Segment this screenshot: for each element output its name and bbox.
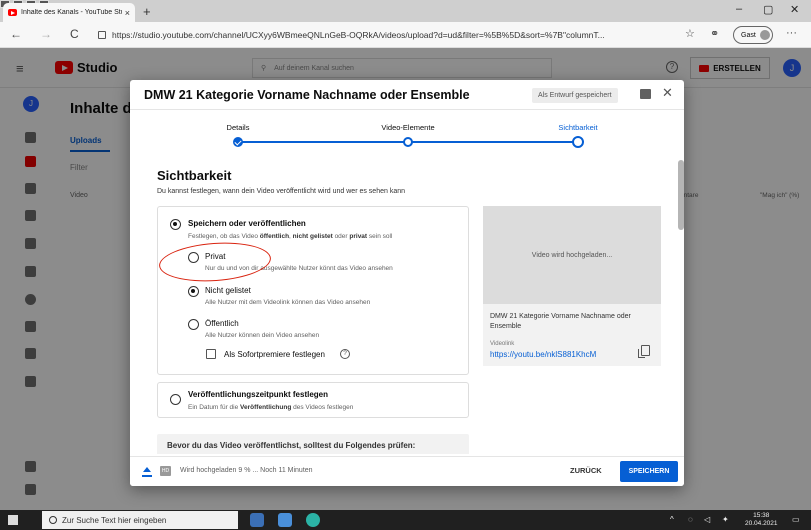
premiere-checkbox[interactable] — [206, 349, 216, 359]
upload-status: Wird hochgeladen 9 % ... Noch 11 Minuten — [180, 467, 313, 474]
network-icon[interactable]: ◌ — [688, 515, 693, 524]
step-video-elements-dot[interactable] — [403, 137, 413, 147]
step-visibility-label[interactable]: Sichtbarkeit — [558, 123, 597, 132]
schedule-desc: Ein Datum für die Veröffentlichung des V… — [188, 404, 354, 411]
tray-chevron-icon[interactable]: ^ — [670, 515, 674, 524]
new-tab-button[interactable]: + — [143, 4, 151, 19]
upload-dialog: DMW 21 Kategorie Vorname Nachname oder E… — [130, 80, 684, 486]
dialog-footer: HD Wird hochgeladen 9 % ... Noch 11 Minu… — [130, 456, 684, 486]
url-text: https://studio.youtube.com/channel/UCXyy… — [112, 30, 605, 40]
forward-arrow-icon[interactable]: → — [40, 27, 52, 41]
app-tray-icon[interactable]: ✦ — [722, 515, 729, 524]
step-connector — [238, 141, 408, 143]
profile-label: Gast — [741, 31, 756, 39]
close-icon[interactable]: ✕ — [662, 85, 673, 101]
dialog-header: DMW 21 Kategorie Vorname Nachname oder E… — [130, 80, 684, 110]
draft-saved-badge: Als Entwurf gespeichert — [532, 88, 618, 103]
visibility-heading: Sichtbarkeit — [157, 168, 232, 183]
step-visibility-dot[interactable] — [572, 136, 584, 148]
edge-browser-icon[interactable] — [306, 513, 320, 527]
step-details-check-icon[interactable] — [233, 137, 243, 147]
preview-video-title: DMW 21 Kategorie Vorname Nachname oder E… — [490, 313, 631, 330]
visibility-description: Du kannst festlegen, wann dein Video ver… — [157, 188, 406, 195]
tab-close-icon[interactable]: × — [125, 8, 130, 18]
video-thumbnail: Video wird hochgeladen... — [483, 206, 661, 304]
more-menu-icon[interactable]: ··· — [786, 27, 797, 39]
copy-icon[interactable] — [638, 345, 650, 358]
volume-icon[interactable]: ◁ — [704, 515, 710, 524]
close-window-button[interactable]: ✕ — [790, 3, 799, 16]
oeffentlich-desc: Alle Nutzer können dein Video ansehen — [205, 332, 320, 339]
thumbnail-status: Video wird hochgeladen... — [531, 251, 613, 259]
help-question-icon[interactable]: ? — [340, 349, 350, 359]
browser-nav-bar: ← → C https://studio.youtube.com/channel… — [0, 22, 811, 48]
save-or-publish-box: Speichern oder veröffentlichen Festlegen… — [157, 206, 469, 375]
step-details-label[interactable]: Details — [227, 123, 250, 132]
tab-title: Inhalte des Kanals - YouTube Stu — [21, 9, 122, 16]
dialog-title: DMW 21 Kategorie Vorname Nachname oder E… — [144, 88, 470, 102]
taskbar-clock[interactable]: 15:38 20.04.2021 — [745, 512, 778, 528]
file-explorer-icon[interactable] — [250, 513, 264, 527]
clock-time: 15:38 — [753, 512, 770, 519]
nicht-gelistet-desc: Alle Nutzer mit dem Videolink können das… — [205, 299, 371, 306]
save-publish-label: Speichern oder veröffentlichen — [188, 219, 306, 228]
windows-start-icon[interactable] — [8, 515, 18, 525]
upload-arrow-icon — [142, 467, 152, 477]
save-button[interactable]: SPEICHERN — [620, 461, 678, 482]
mail-app-icon[interactable] — [278, 513, 292, 527]
profile-button[interactable]: Gast — [733, 26, 773, 44]
oeffentlich-label[interactable]: Öffentlich — [205, 319, 239, 328]
schedule-label[interactable]: Veröffentlichungszeitpunkt festlegen — [188, 390, 328, 399]
pre-publish-checklist: Bevor du das Video veröffentlichst, soll… — [157, 434, 469, 454]
reload-icon[interactable]: C — [70, 27, 79, 41]
step-video-elements-label[interactable]: Video-Elemente — [381, 123, 434, 132]
youtube-favicon-icon — [8, 9, 17, 16]
browser-tab-bar: Inhalte des Kanals - YouTube Stu × + – ▢… — [0, 0, 811, 22]
feedback-icon[interactable] — [640, 89, 651, 99]
video-link-label: Videolink — [490, 341, 515, 347]
checklist-title: Bevor du das Video veröffentlichst, soll… — [167, 441, 416, 450]
maximize-button[interactable]: ▢ — [763, 3, 773, 16]
upload-stepper: Details Video-Elemente Sichtbarkeit — [130, 110, 684, 154]
dialog-body: Sichtbarkeit Du kannst festlegen, wann d… — [130, 154, 684, 454]
oeffentlich-radio[interactable] — [188, 319, 199, 330]
video-link[interactable]: https://youtu.be/nklS881KhcM — [490, 350, 596, 359]
minimize-button[interactable]: – — [736, 3, 742, 15]
save-publish-radio[interactable] — [170, 219, 181, 230]
browser-tab[interactable]: Inhalte des Kanals - YouTube Stu × — [3, 3, 135, 22]
taskbar-search-placeholder: Zur Suche Text hier eingeben — [62, 515, 167, 525]
nicht-gelistet-radio[interactable] — [188, 286, 199, 297]
save-publish-desc: Festlegen, ob das Video öffentlich, nich… — [188, 233, 393, 240]
back-button[interactable]: ZURÜCK — [570, 466, 602, 475]
collections-icon[interactable]: ⚭ — [710, 27, 719, 40]
clock-date: 20.04.2021 — [745, 520, 778, 527]
video-preview-card: Video wird hochgeladen... DMW 21 Kategor… — [483, 206, 661, 366]
profile-avatar — [759, 30, 770, 40]
step-connector — [408, 141, 578, 143]
dialog-scrollbar[interactable] — [678, 160, 684, 230]
schedule-box: Veröffentlichungszeitpunkt festlegen Ein… — [157, 382, 469, 418]
notifications-icon[interactable]: ▭ — [792, 515, 800, 524]
lock-icon — [98, 31, 106, 39]
nicht-gelistet-label[interactable]: Nicht gelistet — [205, 286, 251, 295]
address-bar[interactable]: https://studio.youtube.com/channel/UCXyy… — [98, 26, 658, 44]
premiere-label[interactable]: Als Sofortpremiere festlegen — [224, 350, 325, 359]
favorites-star-icon[interactable]: ☆ — [685, 27, 695, 40]
back-arrow-icon[interactable]: ← — [10, 27, 22, 41]
hd-badge-icon: HD — [160, 466, 171, 476]
windows-taskbar: Zur Suche Text hier eingeben ^ ◌ ◁ ✦ 15:… — [0, 510, 811, 530]
schedule-radio[interactable] — [170, 394, 181, 405]
taskbar-search-input[interactable]: Zur Suche Text hier eingeben — [42, 511, 238, 529]
